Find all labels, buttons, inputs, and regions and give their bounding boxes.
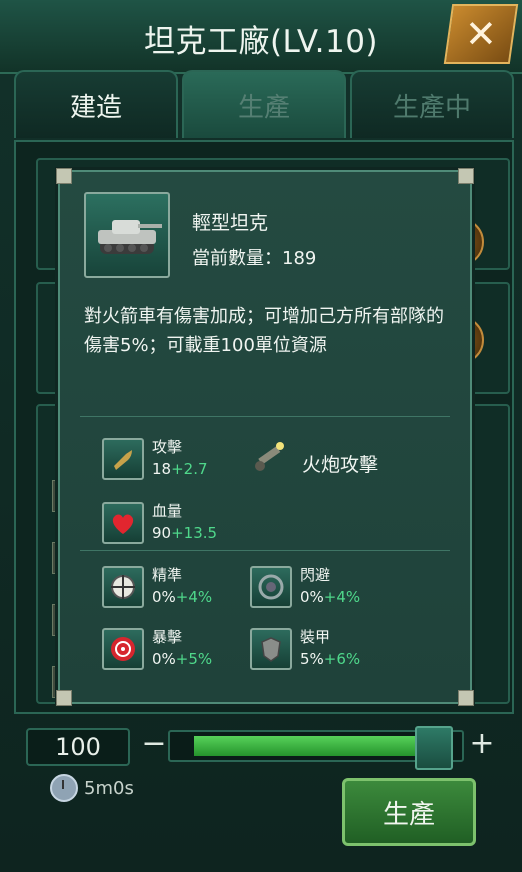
bullet-icon [102,438,144,480]
dodge-label: 閃避 [300,566,331,584]
divider [80,416,450,417]
armor-icon [250,628,292,670]
tab-build[interactable]: 建造 [14,70,178,138]
accuracy-value: 0%+4% [152,588,213,606]
corner-ornament [458,690,474,706]
unit-description: 對火箭車有傷害加成；可增加己方所有部隊的傷害5%；可載重100單位資源 [84,306,444,356]
slider-handle[interactable] [415,726,453,770]
tab-producing[interactable]: 生產中 [350,70,514,138]
tab-produce[interactable]: 生產 [182,70,346,138]
quantity-slider[interactable] [168,726,464,770]
unit-name: 輕型坦克 [192,212,269,234]
build-time: 5m0s [84,777,134,799]
attack-value: 18+2.7 [152,460,208,478]
crit-label: 暴擊 [152,628,183,646]
corner-ornament [458,168,474,184]
game-window: 坦克工廠(LV.10) ✕ 建造 生產 生產中 100 − + 5m0s 生產 [0,0,522,872]
armor-label: 裝甲 [300,628,331,646]
build-timer: 5m0s [50,774,134,802]
produce-button[interactable]: 生產 [342,778,476,846]
close-button[interactable]: ✕ [443,4,519,64]
hp-value: 90+13.5 [152,524,218,542]
minus-button[interactable]: − [140,728,168,760]
hp-label: 血量 [152,502,183,520]
crosshair-icon [102,566,144,608]
divider [80,550,450,551]
heart-icon [102,502,144,544]
slider-fill [194,736,421,756]
tank-icon [84,192,170,278]
cannon-icon [250,438,288,476]
armor-value: 5%+6% [300,650,361,668]
attack-label: 攻擊 [152,438,183,456]
tab-bar: 建造 生產 生產中 [14,70,514,140]
corner-ornament [56,168,72,184]
corner-ornament [56,690,72,706]
dodge-icon [250,566,292,608]
plus-button[interactable]: + [468,728,496,760]
window-title: 坦克工廠(LV.10) [143,24,379,60]
crit-target-icon [102,628,144,670]
unit-detail-popup: 輕型坦克 當前數量：189 對火箭車有傷害加成；可增加己方所有部隊的傷害5%；可… [56,168,474,706]
unit-count: 當前數量：189 [192,248,317,269]
quantity-field[interactable]: 100 [26,728,130,766]
attack-type: 火炮攻擊 [302,454,379,476]
close-icon: ✕ [465,12,497,56]
title-bar: 坦克工廠(LV.10) ✕ [0,0,522,74]
accuracy-label: 精準 [152,566,183,584]
crit-value: 0%+5% [152,650,213,668]
dodge-value: 0%+4% [300,588,361,606]
clock-icon [50,774,78,802]
production-controls: 100 − + 5m0s 生產 [0,712,522,872]
